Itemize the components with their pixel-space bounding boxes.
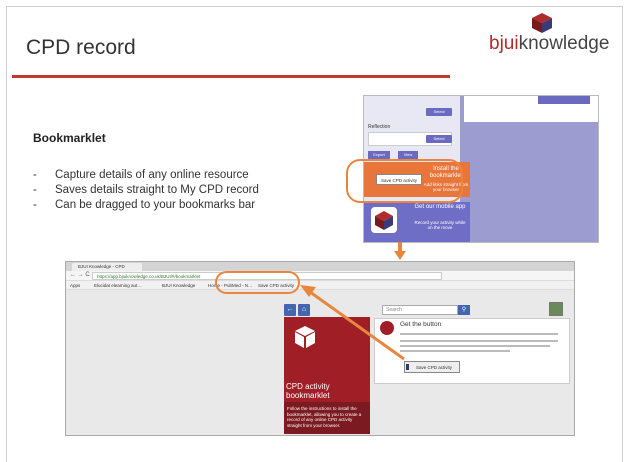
logo-brand-rest: knowledge xyxy=(518,33,610,54)
export-button[interactable]: Export xyxy=(368,151,390,159)
logo-brand-bold: bjui xyxy=(489,33,519,54)
back-button[interactable]: ← xyxy=(284,304,296,316)
bullet-text: Saves details straight to My CPD record xyxy=(55,184,259,196)
bullet-text: Can be dragged to your bookmarks bar xyxy=(55,199,256,211)
instruction-line xyxy=(400,345,550,347)
home-button[interactable]: ⌂ xyxy=(298,304,310,316)
down-arrow-icon xyxy=(394,242,406,260)
slide-title: CPD record xyxy=(26,36,136,59)
panel-right xyxy=(464,96,598,122)
address-bar: ← → C https://app.bjuiknowledge.co.uk/BJ… xyxy=(66,271,574,281)
app-title: Get our mobile app xyxy=(414,204,466,210)
instruction-line xyxy=(400,350,510,352)
bookmarks-bar: Apps Elucidat elearning aut… BJUI Knowle… xyxy=(66,281,574,290)
nav-arrows-icon[interactable]: ← → C xyxy=(70,272,90,278)
bookmark-elucidat[interactable]: Elucidat elearning aut… xyxy=(94,282,142,289)
bookmark-apps[interactable]: Apps xyxy=(70,282,80,289)
cube-icon xyxy=(295,326,315,348)
search-input[interactable]: Search xyxy=(382,305,458,315)
bullet-list: - Capture details of any online resource … xyxy=(33,168,259,213)
bullet-item: - Can be dragged to your bookmarks bar xyxy=(33,199,256,211)
bullet-item: - Capture details of any online resource xyxy=(33,169,249,181)
card-description: Follow the instructions to install the b… xyxy=(284,402,370,434)
bookmark-pin-icon xyxy=(406,364,409,370)
logo-text: bjuiknowledge xyxy=(489,33,609,55)
select-button-2[interactable]: Select xyxy=(426,135,452,143)
instruction-line xyxy=(400,333,558,335)
profile-icon[interactable] xyxy=(549,302,563,316)
bookmark-bjui[interactable]: BJUI Knowledge xyxy=(162,282,195,289)
section-heading: Bookmarklet xyxy=(33,131,106,145)
panel-top-button[interactable] xyxy=(538,96,590,104)
bjui-logo: bjuiknowledge xyxy=(489,12,619,62)
card-title: CPD activity bookmarklet xyxy=(286,382,330,400)
highlight-ring-bookmark xyxy=(215,271,300,294)
title-rule xyxy=(12,75,450,78)
get-button-title: Get the button xyxy=(400,321,442,328)
reflection-label: Reflection xyxy=(368,124,391,130)
search-icon[interactable]: ⚲ xyxy=(458,305,470,315)
tab-bar: BJUI Knowledge - CPD xyxy=(66,262,574,271)
save-cpd-activity-button[interactable]: Save CPD activity xyxy=(404,361,460,373)
view-button[interactable]: View xyxy=(398,151,418,159)
instruction-line xyxy=(400,340,558,342)
cube-icon xyxy=(532,13,552,33)
globe-icon xyxy=(380,321,394,335)
select-button[interactable]: Select xyxy=(426,108,452,116)
bullet-text: Capture details of any online resource xyxy=(55,169,249,181)
app-icon xyxy=(371,207,397,233)
app-subtitle: Record your activity while on the move xyxy=(414,220,466,230)
bullet-item: - Saves details straight to My CPD record xyxy=(33,184,259,196)
slide: CPD record bjuiknowledge Bookmarklet - Ca… xyxy=(0,0,629,462)
browser-tab[interactable]: BJUI Knowledge - CPD xyxy=(72,263,142,271)
highlight-ring-install xyxy=(346,159,463,203)
